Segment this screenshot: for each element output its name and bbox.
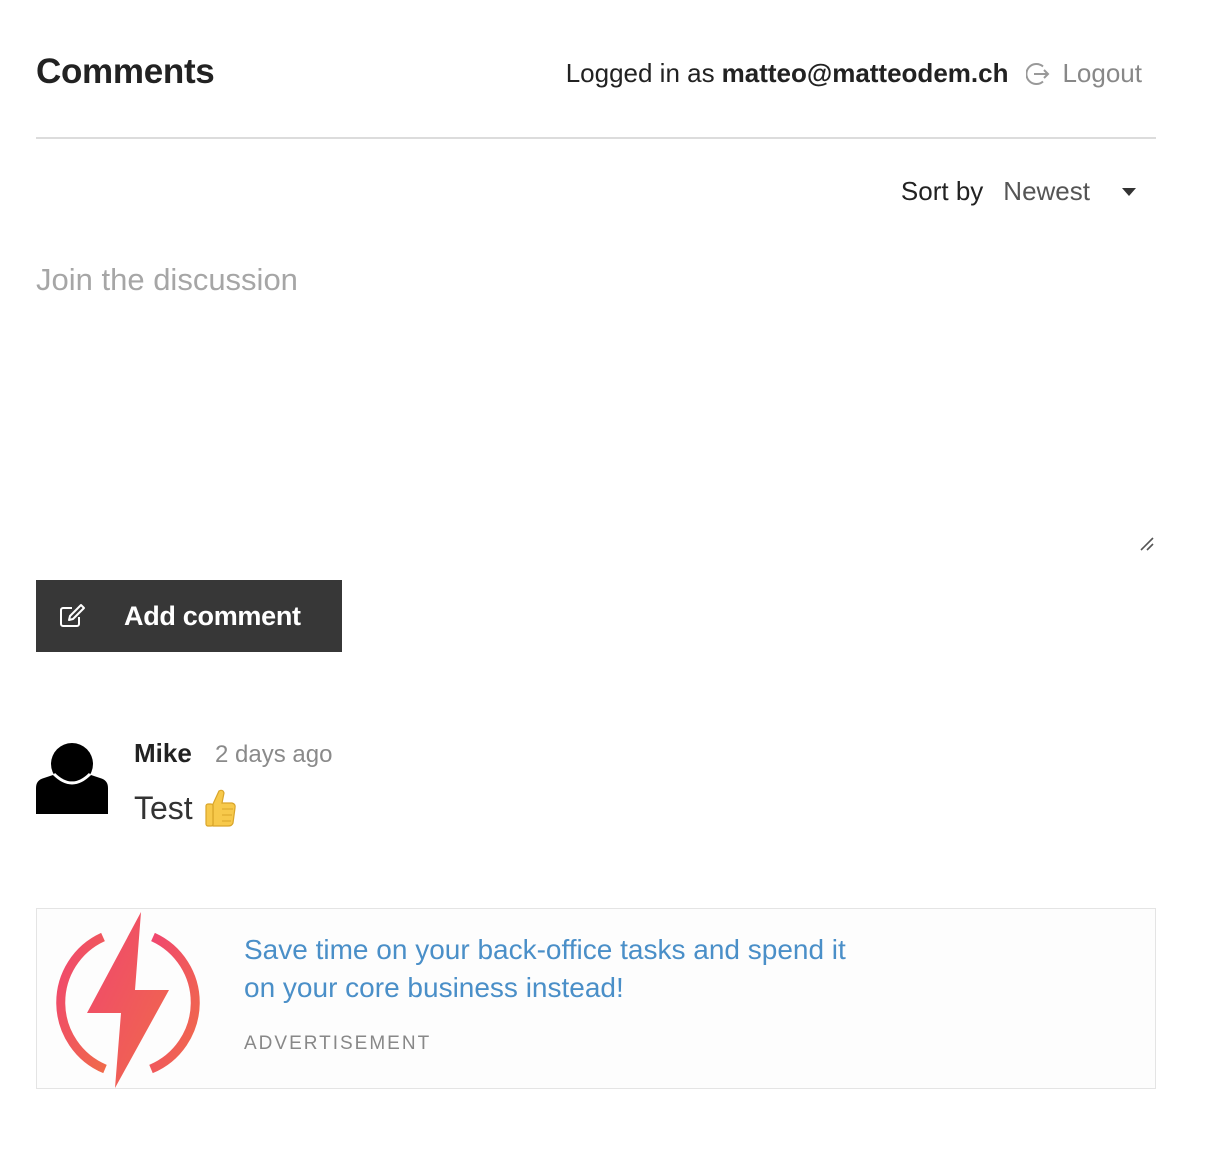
user-email: matteo@matteodem.ch [721, 58, 1009, 88]
logout-button[interactable]: Logout [1026, 58, 1142, 89]
logged-in-label: Logged in as [565, 58, 715, 88]
caret-down-icon [1122, 187, 1136, 196]
edit-icon [58, 603, 88, 629]
header-divider [36, 137, 1156, 139]
thumbs-up-icon [205, 789, 236, 827]
add-comment-button[interactable]: Add comment [36, 580, 342, 652]
sort-selected-value: Newest [1003, 176, 1090, 206]
avatar-icon [36, 743, 108, 814]
comments-header: Comments Logged in as matteo@matteodem.c… [36, 44, 1156, 104]
logout-icon [1026, 62, 1050, 85]
sort-control: Sort by Newest [901, 176, 1136, 207]
comment-input[interactable] [36, 262, 1156, 552]
comment-author[interactable]: Mike [134, 738, 192, 769]
sort-label: Sort by [900, 176, 984, 206]
comment-item: Mike 2 days ago Test [36, 732, 1156, 842]
ad-label: ADVERTISEMENT [244, 1033, 432, 1054]
comment-body: Test [134, 788, 237, 828]
ad-link-text[interactable]: Save time on your back-office tasks and … [244, 931, 864, 1007]
comment-text: Test [134, 789, 193, 826]
sort-select[interactable]: Newest [1003, 176, 1136, 207]
logout-label: Logout [1062, 58, 1142, 88]
resize-handle-icon[interactable] [1138, 535, 1156, 553]
comment-timestamp: 2 days ago [215, 741, 333, 768]
page-title: Comments [36, 52, 215, 91]
advertisement[interactable]: Save time on your back-office tasks and … [36, 908, 1156, 1089]
login-info: Logged in as matteo@matteodem.ch Logout [566, 58, 1142, 89]
lightning-logo-icon [56, 912, 200, 1088]
add-comment-label: Add comment [124, 600, 301, 631]
